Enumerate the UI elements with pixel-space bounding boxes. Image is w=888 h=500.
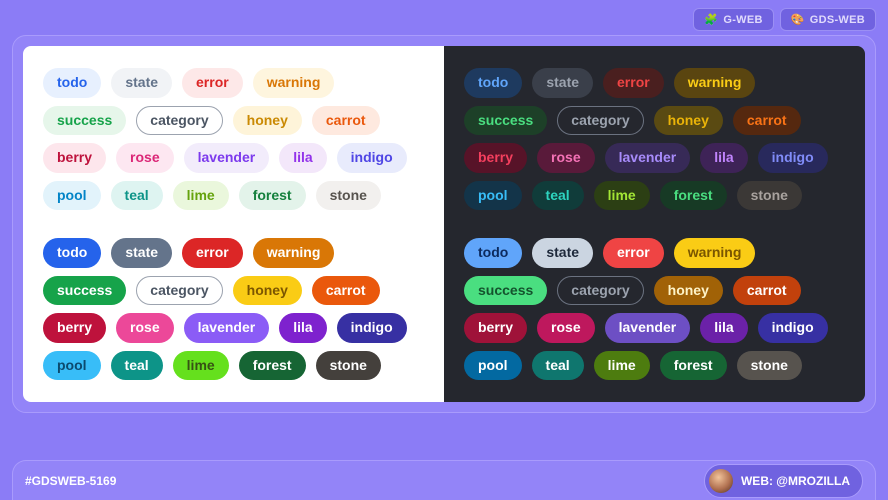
tag-state[interactable]: state — [532, 68, 593, 98]
footer: #GDSWEB-5169 WEB: @MROZILLA — [12, 460, 876, 500]
tag-teal[interactable]: teal — [532, 181, 584, 211]
tag-success[interactable]: success — [43, 276, 126, 306]
tag-warning[interactable]: warning — [253, 68, 335, 98]
tag-lavender[interactable]: lavender — [184, 143, 270, 173]
tag-stone[interactable]: stone — [737, 181, 802, 211]
tag-lime[interactable]: lime — [594, 181, 650, 211]
light-solid-group: todo state error warning success category hone… — [43, 238, 424, 380]
tag-todo[interactable]: todo — [464, 68, 522, 98]
tag-stone[interactable]: stone — [316, 181, 381, 211]
tag-category[interactable]: category — [557, 276, 643, 306]
tag-teal[interactable]: teal — [111, 181, 163, 211]
tag-honey[interactable]: honey — [654, 276, 723, 306]
tag-rose[interactable]: rose — [116, 313, 174, 343]
main-panel: todo state error warning success category hone… — [12, 35, 876, 413]
tag-warning[interactable]: warning — [253, 238, 335, 268]
tag-category[interactable]: category — [557, 106, 643, 136]
tag-state[interactable]: state — [111, 68, 172, 98]
tag-error[interactable]: error — [182, 238, 243, 268]
tag-lavender[interactable]: lavender — [184, 313, 270, 343]
gds-web-link-icon: 🎨 — [791, 13, 805, 26]
tag-forest[interactable]: forest — [239, 351, 306, 381]
tag-lime[interactable]: lime — [594, 351, 650, 381]
tag-lavender[interactable]: lavender — [605, 143, 691, 173]
tag-lime[interactable]: lime — [173, 351, 229, 381]
tag-indigo[interactable]: indigo — [758, 313, 828, 343]
tag-honey[interactable]: honey — [233, 276, 302, 306]
tag-state[interactable]: state — [111, 238, 172, 268]
tag-error[interactable]: error — [603, 68, 664, 98]
author-chip[interactable]: WEB: @MROZILLA — [704, 464, 863, 498]
tag-pool[interactable]: pool — [43, 351, 101, 381]
gds-web-link[interactable]: 🎨 GDS-WEB — [780, 8, 876, 31]
g-web-link-label: G-WEB — [723, 14, 762, 26]
light-soft-group: todo state error warning success category hone… — [43, 68, 424, 210]
avatar-icon — [709, 469, 733, 493]
tag-berry[interactable]: berry — [43, 313, 106, 343]
tag-pool[interactable]: pool — [464, 351, 522, 381]
tag-berry[interactable]: berry — [43, 143, 106, 173]
tag-rose[interactable]: rose — [116, 143, 174, 173]
tag-success[interactable]: success — [43, 106, 126, 136]
tag-forest[interactable]: forest — [660, 351, 727, 381]
tag-lila[interactable]: lila — [700, 143, 747, 173]
tag-error[interactable]: error — [182, 68, 243, 98]
g-web-link[interactable]: 🧩 G-WEB — [693, 8, 773, 31]
tag-rose[interactable]: rose — [537, 313, 595, 343]
tag-forest[interactable]: forest — [239, 181, 306, 211]
tag-carrot[interactable]: carrot — [733, 276, 801, 306]
tag-rose[interactable]: rose — [537, 143, 595, 173]
dark-soft-group: todo state error warning success category hone… — [464, 68, 845, 210]
tag-honey[interactable]: honey — [233, 106, 302, 136]
tag-pool[interactable]: pool — [464, 181, 522, 211]
ticket-id: #GDSWEB-5169 — [25, 474, 116, 488]
tag-forest[interactable]: forest — [660, 181, 727, 211]
tag-stone[interactable]: stone — [737, 351, 802, 381]
tag-indigo[interactable]: indigo — [337, 313, 407, 343]
tag-indigo[interactable]: indigo — [337, 143, 407, 173]
tag-berry[interactable]: berry — [464, 143, 527, 173]
author-label: WEB: @MROZILLA — [741, 474, 850, 488]
g-web-link-icon: 🧩 — [704, 13, 718, 26]
tag-todo[interactable]: todo — [43, 238, 101, 268]
light-panel: todo state error warning success category hone… — [23, 46, 444, 402]
tag-todo[interactable]: todo — [43, 68, 101, 98]
tag-lavender[interactable]: lavender — [605, 313, 691, 343]
tag-category[interactable]: category — [136, 276, 222, 306]
stage: todo state error warning success category hone… — [23, 46, 865, 402]
header: 🧩 G-WEB 🎨 GDS-WEB — [0, 0, 888, 35]
tag-lila[interactable]: lila — [279, 313, 326, 343]
dark-panel: todo state error warning success category hone… — [444, 46, 865, 402]
tag-indigo[interactable]: indigo — [758, 143, 828, 173]
tag-carrot[interactable]: carrot — [733, 106, 801, 136]
tag-stone[interactable]: stone — [316, 351, 381, 381]
dark-solid-group: todo state error warning success category hone… — [464, 238, 845, 380]
tag-carrot[interactable]: carrot — [312, 276, 380, 306]
tag-success[interactable]: success — [464, 106, 547, 136]
tag-lime[interactable]: lime — [173, 181, 229, 211]
tag-lila[interactable]: lila — [700, 313, 747, 343]
tag-carrot[interactable]: carrot — [312, 106, 380, 136]
gds-web-link-label: GDS-WEB — [810, 14, 865, 26]
tag-warning[interactable]: warning — [674, 68, 756, 98]
tag-category[interactable]: category — [136, 106, 222, 136]
tag-pool[interactable]: pool — [43, 181, 101, 211]
tag-lila[interactable]: lila — [279, 143, 326, 173]
tag-todo[interactable]: todo — [464, 238, 522, 268]
tag-success[interactable]: success — [464, 276, 547, 306]
tag-state[interactable]: state — [532, 238, 593, 268]
tag-honey[interactable]: honey — [654, 106, 723, 136]
tag-teal[interactable]: teal — [532, 351, 584, 381]
tag-warning[interactable]: warning — [674, 238, 756, 268]
tag-teal[interactable]: teal — [111, 351, 163, 381]
tag-error[interactable]: error — [603, 238, 664, 268]
tag-berry[interactable]: berry — [464, 313, 527, 343]
